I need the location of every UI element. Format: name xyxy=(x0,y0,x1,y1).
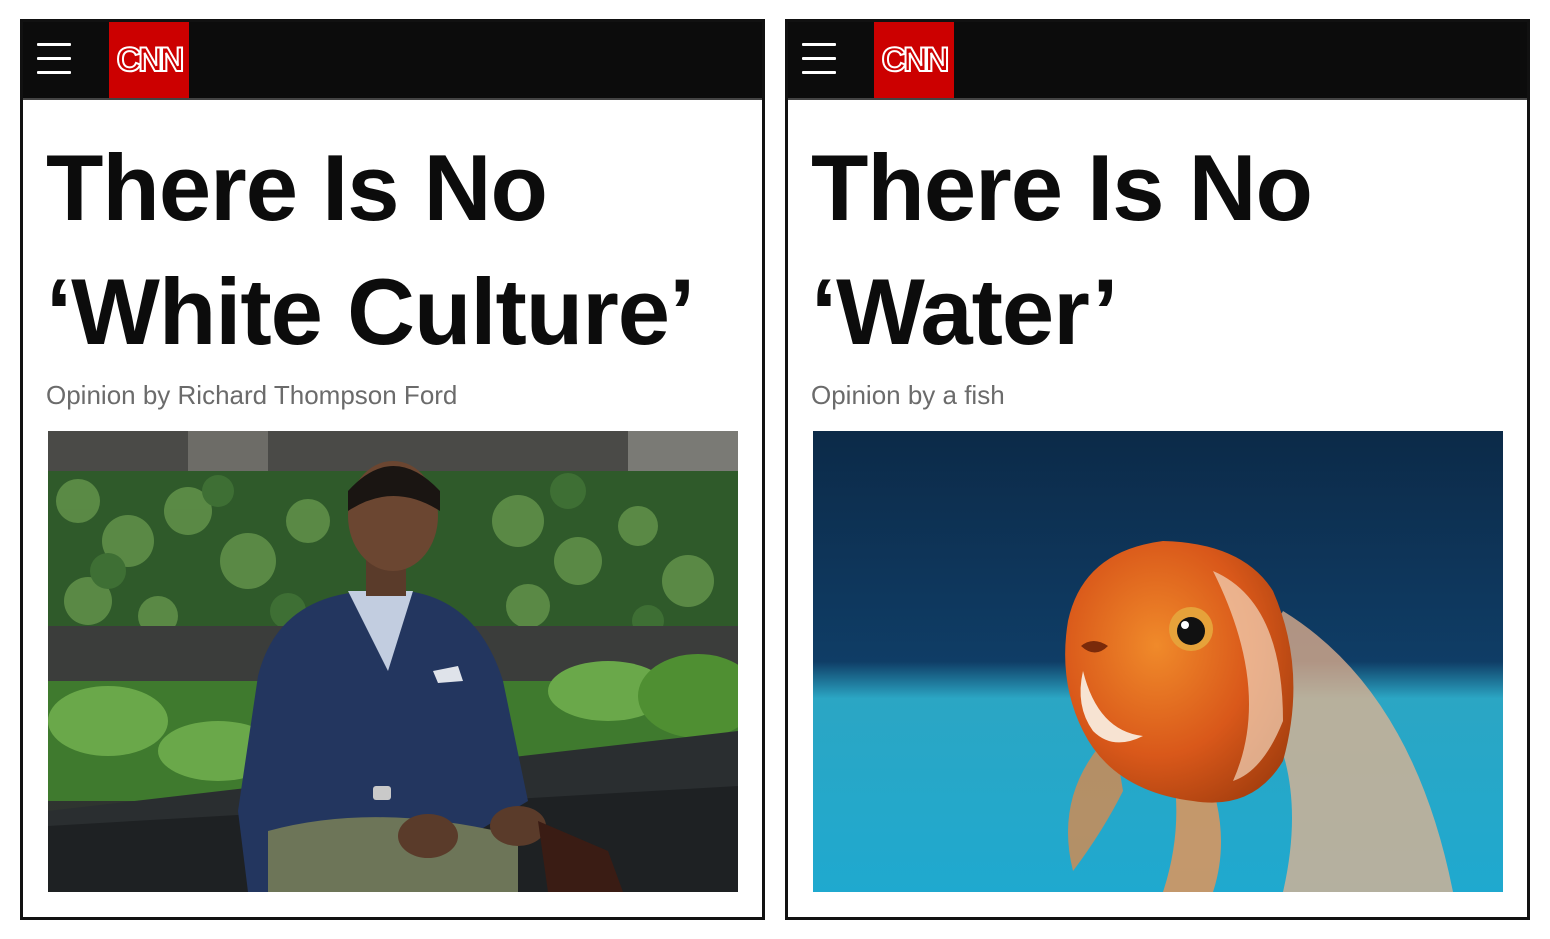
man-photo-illustration xyxy=(48,431,738,892)
hamburger-menu-icon[interactable] xyxy=(37,42,71,76)
cnn-logo[interactable]: CNN xyxy=(874,22,954,98)
article-byline: Opinion by a fish xyxy=(811,380,1005,410)
cnn-logo-text: CNN xyxy=(881,40,951,80)
top-navigation-bar: CNN xyxy=(788,22,1527,100)
headline-line-1: There Is No xyxy=(811,135,1313,240)
article-headline: There Is No ‘Water’ xyxy=(811,126,1523,374)
article-card-left: CNN There Is No ‘White Culture’ Opinion … xyxy=(20,19,765,920)
article-card-right: CNN There Is No ‘Water’ Opinion by a fis… xyxy=(785,19,1530,920)
headline-line-2: ‘Water’ xyxy=(811,259,1118,364)
cnn-logo-text: CNN xyxy=(116,40,186,80)
top-navigation-bar: CNN xyxy=(23,22,762,100)
headline-line-2: ‘White Culture’ xyxy=(46,259,695,364)
hamburger-menu-icon[interactable] xyxy=(802,42,836,76)
article-byline: Opinion by Richard Thompson Ford xyxy=(46,380,458,410)
cnn-logo[interactable]: CNN xyxy=(109,22,189,98)
headline-line-1: There Is No xyxy=(46,135,548,240)
article-photo-goldfish[interactable] xyxy=(813,431,1503,892)
article-headline: There Is No ‘White Culture’ xyxy=(46,126,758,374)
goldfish-photo-illustration xyxy=(813,431,1503,892)
article-photo-man[interactable] xyxy=(48,431,738,892)
